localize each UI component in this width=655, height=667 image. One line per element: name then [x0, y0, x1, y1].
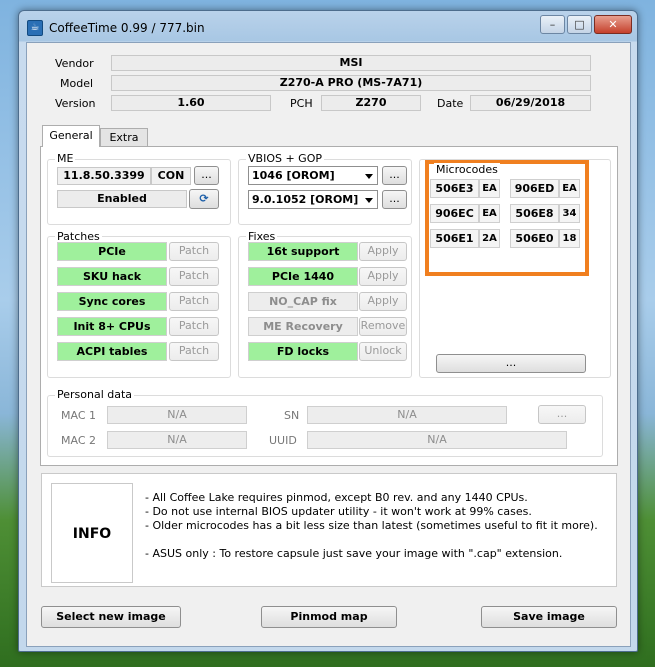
microcodes-title: Microcodes	[434, 163, 500, 176]
tab-general[interactable]: General	[42, 125, 100, 147]
gop-more-button[interactable]: ...	[382, 190, 407, 209]
microcode-version: 34	[559, 204, 580, 223]
microcode-cpuid: 506E3	[430, 179, 479, 198]
mac1-value: N/A	[107, 406, 247, 424]
sn-label: SN	[284, 409, 300, 422]
client-area: Vendor MSI Model Z270-A PRO (MS-7A71) Ve…	[26, 42, 631, 647]
vendor-label: Vendor	[55, 57, 94, 70]
uuid-label: UUID	[269, 434, 297, 447]
patch-status: PCIe	[57, 242, 167, 261]
mac2-label: MAC 2	[61, 434, 96, 447]
date-label: Date	[437, 97, 464, 110]
info-line: - All Coffee Lake requires pinmod, excep…	[145, 491, 528, 504]
date-value: 06/29/2018	[470, 95, 591, 111]
patch-status: ACPI tables	[57, 342, 167, 361]
microcode-version: 18	[559, 229, 580, 248]
gop-select[interactable]: 9.0.1052 [OROM]	[248, 190, 378, 209]
me-status-value: Enabled	[57, 190, 187, 208]
patch-button[interactable]: Patch	[169, 292, 219, 311]
personal-data-title: Personal data	[55, 388, 135, 401]
vbios-select[interactable]: 1046 [OROM]	[248, 166, 378, 185]
coffee-icon: ☕	[27, 20, 43, 36]
microcode-version: EA	[479, 204, 500, 223]
microcodes-more-button[interactable]: ...	[436, 354, 586, 373]
patch-status: Init 8+ CPUs	[57, 317, 167, 336]
me-con-badge: CON	[151, 167, 191, 185]
app-window: ☕ CoffeeTime 0.99 / 777.bin – □ ✕ Vendor…	[18, 10, 638, 652]
fix-status: NO_CAP fix	[248, 292, 358, 311]
version-value: 1.60	[111, 95, 271, 111]
chevron-down-icon	[365, 174, 373, 179]
tab-extra[interactable]: Extra	[100, 128, 148, 147]
info-line: - Older microcodes has a bit less size t…	[145, 519, 598, 532]
version-label: Version	[55, 97, 96, 110]
sn-value: N/A	[307, 406, 507, 424]
close-button[interactable]: ✕	[594, 15, 632, 34]
patch-status: SKU hack	[57, 267, 167, 286]
uuid-value: N/A	[307, 431, 567, 449]
mac1-label: MAC 1	[61, 409, 96, 422]
info-line: - ASUS only : To restore capsule just sa…	[145, 547, 563, 560]
vbios-group-title: VBIOS + GOP	[246, 152, 324, 165]
fix-status: PCIe 1440	[248, 267, 358, 286]
pinmod-map-button[interactable]: Pinmod map	[261, 606, 397, 628]
info-title: INFO	[51, 483, 133, 583]
mac2-value: N/A	[107, 431, 247, 449]
minimize-button[interactable]: –	[540, 15, 565, 34]
select-image-button[interactable]: Select new image	[41, 606, 181, 628]
refresh-icon[interactable]: ⟳	[189, 189, 219, 209]
title-bar[interactable]: ☕ CoffeeTime 0.99 / 777.bin – □ ✕	[19, 11, 637, 41]
chevron-down-icon	[365, 198, 373, 203]
fix-button[interactable]: Apply	[359, 242, 407, 261]
pch-value: Z270	[321, 95, 421, 111]
microcode-version: EA	[479, 179, 500, 198]
fix-status: FD locks	[248, 342, 358, 361]
patch-button[interactable]: Patch	[169, 267, 219, 286]
pch-label: PCH	[290, 97, 313, 110]
patch-button[interactable]: Patch	[169, 317, 219, 336]
info-line: - Do not use internal BIOS updater utili…	[145, 505, 532, 518]
microcode-version: 2A	[479, 229, 500, 248]
model-value: Z270-A PRO (MS-7A71)	[111, 75, 591, 91]
fix-button[interactable]: Unlock	[359, 342, 407, 361]
gop-select-value: 9.0.1052 [OROM]	[252, 193, 359, 206]
maximize-button[interactable]: □	[567, 15, 592, 34]
microcode-cpuid: 506E8	[510, 204, 559, 223]
fix-status: ME Recovery	[248, 317, 358, 336]
patch-button[interactable]: Patch	[169, 242, 219, 261]
fix-button[interactable]: Remove	[359, 317, 407, 336]
info-line	[145, 533, 615, 547]
me-group-title: ME	[55, 152, 76, 165]
patch-button[interactable]: Patch	[169, 342, 219, 361]
fix-status: 16t support	[248, 242, 358, 261]
microcode-version: EA	[559, 179, 580, 198]
microcode-cpuid: 906ED	[510, 179, 559, 198]
vbios-select-value: 1046 [OROM]	[252, 169, 335, 182]
me-version-value: 11.8.50.3399	[57, 167, 151, 185]
personal-more-button[interactable]: ...	[538, 405, 586, 424]
fix-button[interactable]: Apply	[359, 267, 407, 286]
microcode-cpuid: 906EC	[430, 204, 479, 223]
fix-button[interactable]: Apply	[359, 292, 407, 311]
model-label: Model	[60, 77, 94, 90]
save-image-button[interactable]: Save image	[481, 606, 617, 628]
microcode-cpuid: 506E1	[430, 229, 479, 248]
window-title: CoffeeTime 0.99 / 777.bin	[49, 21, 205, 35]
vbios-more-button[interactable]: ...	[382, 166, 407, 185]
vendor-value: MSI	[111, 55, 591, 71]
info-text: - All Coffee Lake requires pinmod, excep…	[145, 491, 615, 561]
general-tab-panel: ME 11.8.50.3399 CON ... Enabled ⟳ VBIOS …	[40, 146, 618, 466]
microcode-cpuid: 506E0	[510, 229, 559, 248]
patch-status: Sync cores	[57, 292, 167, 311]
me-more-button[interactable]: ...	[194, 166, 219, 185]
